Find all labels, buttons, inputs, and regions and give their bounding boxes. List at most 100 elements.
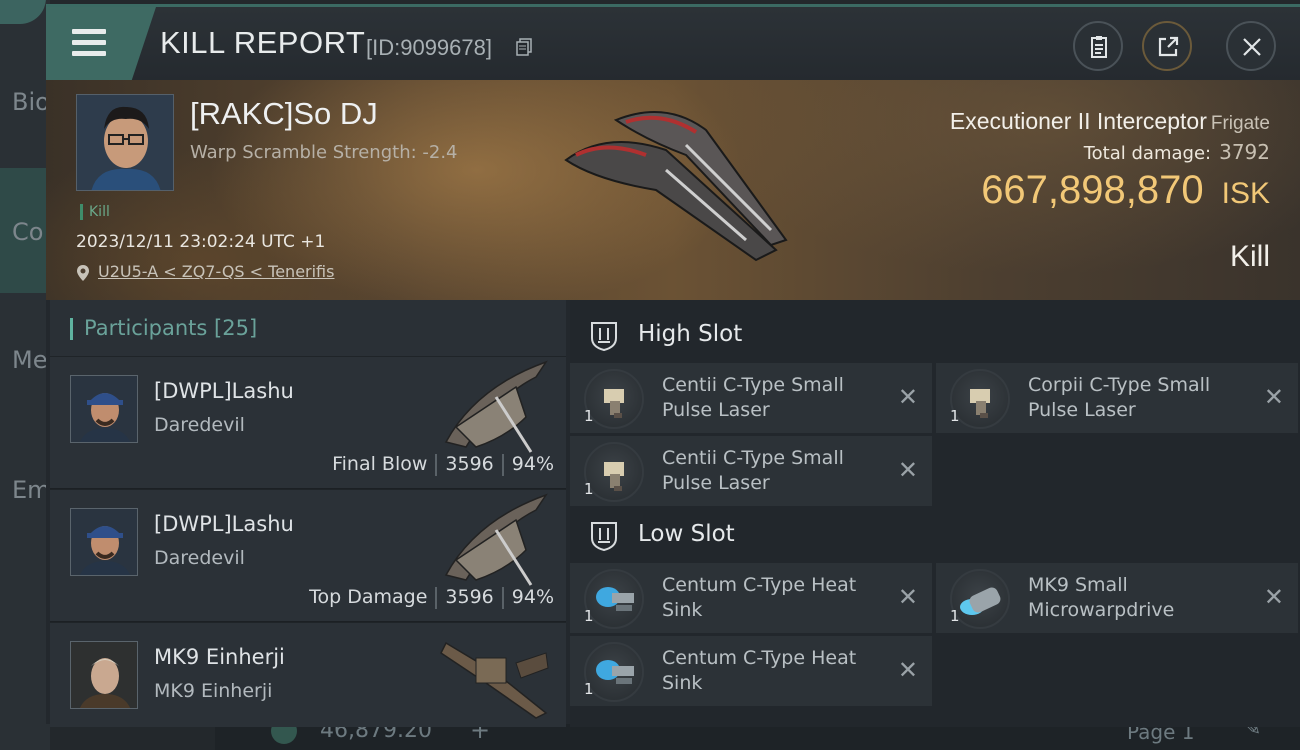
victim-ship-name: Executioner II Interceptor Frigate [950, 108, 1270, 135]
menu-icon [72, 29, 106, 34]
stat-divider [501, 453, 504, 476]
participant-row[interactable]: [DWPL]Lashu Daredevil Final Blow 3596 94% [50, 357, 566, 489]
victim-name: [RAKC]So DJ [190, 96, 378, 131]
high-slot-header: High Slot [570, 304, 1300, 364]
remove-icon[interactable]: ✕ [898, 383, 918, 411]
module-name: Corpii C-Type Small Pulse Laser [1028, 374, 1211, 421]
share-button[interactable] [1142, 21, 1192, 71]
kill-result: Kill [1229, 240, 1270, 273]
location-pin-icon [77, 265, 89, 281]
warp-scramble-strength: Warp Scramble Strength: -2.4 [190, 142, 458, 163]
participants-count: [25] [214, 316, 258, 340]
participant-name: [DWPL]Lashu [154, 379, 294, 403]
low-slot-label: Low Slot [638, 521, 735, 547]
share-icon [1158, 36, 1179, 57]
clipboard-button[interactable] [1073, 21, 1123, 71]
remove-icon[interactable]: ✕ [898, 656, 918, 684]
participants-accent-bar [70, 318, 73, 340]
module-slot[interactable]: 1 Centii C-Type Small Pulse Laser ✕ [570, 363, 932, 433]
module-quantity: 1 [950, 407, 960, 425]
module-slot[interactable]: 1 Centii C-Type Small Pulse Laser ✕ [570, 436, 932, 506]
participant-ship: Daredevil [154, 547, 245, 569]
stat-divider [435, 453, 438, 476]
participant-ship-image [440, 641, 549, 719]
copy-icon[interactable] [516, 38, 532, 56]
module-quantity: 1 [584, 680, 594, 698]
report-id: [ID:9099678] [366, 35, 492, 60]
window-title: KILL REPORT [160, 25, 366, 60]
participant-role: Top Damage [309, 586, 428, 608]
ship-class: Frigate [1210, 113, 1270, 134]
module-quantity: 1 [584, 607, 594, 625]
high-slot-icon [591, 322, 617, 352]
participants-label: Participants [84, 316, 208, 340]
module-slot[interactable]: 1 Corpii C-Type Small Pulse Laser ✕ [936, 363, 1298, 433]
low-slot-icon [591, 522, 617, 552]
high-slot-label: High Slot [638, 321, 743, 347]
mid-slot-header [570, 712, 1300, 727]
participant-row[interactable]: MK9 Einherji MK9 Einherji [50, 623, 566, 727]
participant-ship-image [444, 360, 548, 453]
stat-divider [501, 586, 504, 609]
participant-ship: MK9 Einherji [154, 680, 273, 702]
isk-amount: 667,898,870 [981, 168, 1204, 212]
close-button[interactable] [1226, 21, 1276, 71]
menu-button[interactable] [46, 7, 156, 80]
remove-icon[interactable]: ✕ [898, 456, 918, 484]
module-quantity: 1 [950, 607, 960, 625]
remove-icon[interactable]: ✕ [1264, 383, 1284, 411]
total-damage-label: Total damage: [1083, 143, 1212, 164]
background-sidebar: Bio Co Me Em [0, 0, 51, 750]
kill-tag: Kill [80, 204, 110, 220]
participant-row[interactable]: [DWPL]Lashu Daredevil Top Damage 3596 94% [50, 490, 566, 622]
participant-role: Final Blow [332, 453, 428, 475]
fitting-panel: High Slot 1 Centii C-Type Small Pulse La… [570, 300, 1300, 727]
location-text: U2U5-A < ZQ7-QS < Tenerifis [98, 262, 335, 281]
menu-icon [72, 51, 106, 56]
participants-title: Participants [25] [84, 316, 257, 340]
participant-name: [DWPL]Lashu [154, 512, 294, 536]
participant-damage: 3596 [445, 453, 494, 475]
participant-name: MK9 Einherji [154, 645, 285, 669]
stat-divider [435, 586, 438, 609]
background-sidebar-item[interactable]: Me [12, 346, 47, 374]
background-sidebar-item[interactable]: Co [12, 218, 43, 246]
close-icon [1243, 38, 1261, 56]
module-name: Centii C-Type Small Pulse Laser [662, 447, 844, 494]
module-slot[interactable]: 1 Centum C-Type Heat Sink ✕ [570, 563, 932, 633]
participant-avatar [70, 508, 138, 576]
title-bar: KILL REPORT [ID:9099678] [46, 7, 1300, 80]
kill-location-link[interactable]: U2U5-A < ZQ7-QS < Tenerifis [76, 262, 334, 281]
module-name: MK9 Small Microwarpdrive [1028, 574, 1175, 621]
participant-percent: 94% [511, 586, 554, 608]
participant-stats: Top Damage 3596 94% [309, 586, 554, 609]
module-slot[interactable]: 1 Centum C-Type Heat Sink ✕ [570, 636, 932, 706]
module-slot[interactable]: 1 MK9 Small Microwarpdrive ✕ [936, 563, 1298, 633]
participant-ship: Daredevil [154, 414, 245, 436]
module-quantity: 1 [584, 407, 594, 425]
participant-avatar [70, 375, 138, 443]
isk-value: 667,898,870 ISK [981, 168, 1270, 213]
ship-name-text: Executioner II Interceptor [949, 108, 1207, 134]
total-damage: Total damage: 3792 [1084, 140, 1270, 164]
participant-avatar [70, 641, 138, 709]
remove-icon[interactable]: ✕ [1264, 583, 1284, 611]
participant-percent: 94% [511, 453, 554, 475]
remove-icon[interactable]: ✕ [898, 583, 918, 611]
victim-avatar[interactable] [76, 94, 174, 191]
participant-ship-image [444, 493, 548, 586]
participants-panel: Participants [25] [DWPL]Lashu Daredevil … [50, 300, 566, 727]
background-sidebar-item[interactable]: Bio [12, 88, 50, 116]
isk-unit: ISK [1221, 177, 1270, 210]
kill-report-window: KILL REPORT [ID:9099678] [RAKC]So DJ War… [46, 4, 1300, 727]
clipboard-icon [1091, 36, 1107, 58]
module-name: Centii C-Type Small Pulse Laser [662, 374, 844, 421]
kill-timestamp: 2023/12/11 23:02:24 UTC +1 [76, 232, 326, 252]
total-damage-value: 3792 [1219, 140, 1270, 164]
participants-header: Participants [25] [50, 300, 566, 356]
menu-icon [72, 40, 106, 45]
victim-ship-image [564, 111, 788, 262]
low-slot-header: Low Slot [570, 504, 1300, 564]
module-quantity: 1 [584, 480, 594, 498]
background-sidebar-item[interactable]: Em [12, 476, 51, 504]
